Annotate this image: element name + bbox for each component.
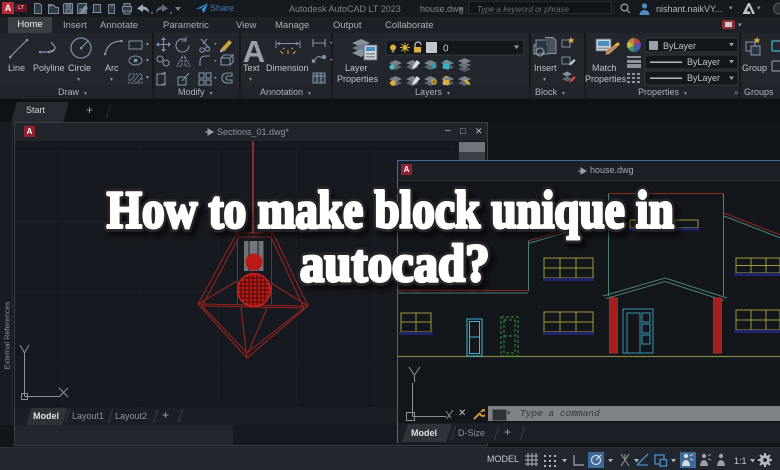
svg-text:1:1: 1:1 [734,456,747,466]
